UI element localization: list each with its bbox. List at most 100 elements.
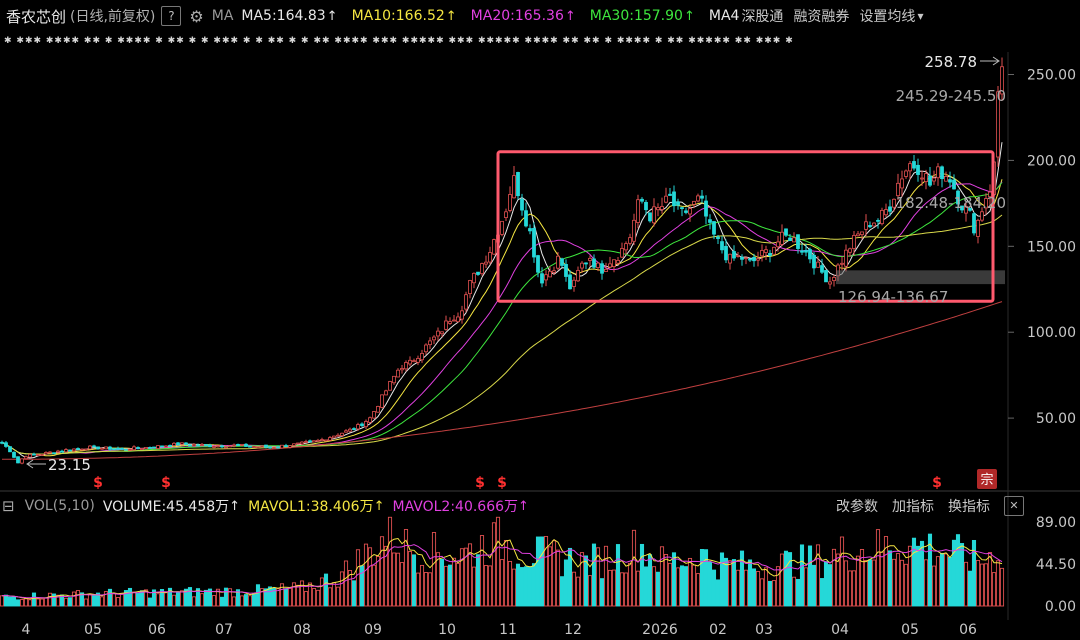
candle-body	[376, 406, 380, 413]
candle-body	[508, 194, 512, 211]
volume-bar	[515, 563, 521, 607]
help-icon[interactable]: ?	[161, 6, 182, 26]
candle-body	[68, 449, 72, 452]
candle-body	[700, 195, 704, 199]
volume-bar	[47, 592, 53, 607]
volume-bar	[223, 587, 229, 607]
candle-body	[772, 246, 776, 255]
volume-bar	[991, 572, 997, 607]
candle-body	[712, 221, 716, 235]
change-params-button[interactable]: 改参数	[836, 496, 878, 516]
volume-bar	[655, 571, 661, 607]
candle-body	[92, 445, 96, 448]
ma-value-2[interactable]: MA20:165.36↑	[471, 8, 576, 24]
volume-bar	[243, 594, 249, 607]
toolbar-item-2[interactable]: 设置均线	[859, 9, 915, 25]
candle-body	[264, 444, 268, 448]
candle-body	[48, 451, 52, 454]
candle-body	[644, 201, 648, 211]
volume-bar	[191, 596, 197, 607]
candle-body	[808, 249, 812, 260]
volume-bar	[699, 549, 705, 607]
candle-body	[500, 220, 504, 235]
volume-bar	[771, 580, 777, 607]
candle-body	[852, 235, 856, 249]
ma-value-4[interactable]: MA4	[709, 8, 740, 24]
candle-body	[900, 178, 904, 189]
toolbar-item-1[interactable]: 融资融券	[793, 9, 849, 25]
candle-body	[540, 273, 544, 284]
volume-bar	[415, 572, 421, 607]
star-markers[interactable]: ✱ ✱✱✱ ✱✱✱✱ ✱✱ ✱ ✱✱✱✱ ✱ ✱✱ ✱ ✱ ✱✱✱ ✱ ✱ ✱✱…	[4, 36, 794, 46]
volume-bar	[719, 552, 725, 607]
badge-label: 宗	[980, 472, 993, 488]
ma-line-ma60	[1, 214, 1003, 455]
candle-body	[140, 448, 144, 450]
candle-body	[420, 353, 424, 361]
switch-indicator-button[interactable]: 换指标	[948, 496, 990, 516]
candle-body	[380, 394, 384, 408]
candle-body	[136, 447, 140, 449]
collapse-icon[interactable]: ⊟	[2, 497, 15, 515]
date-tick-label: 06	[148, 622, 166, 638]
ma-value-3[interactable]: MA30:157.90↑	[590, 8, 695, 24]
volume-bar	[899, 559, 905, 607]
candle-body	[164, 445, 168, 448]
candle-body	[28, 454, 32, 458]
period-info[interactable]: (日线,前复权)	[70, 6, 155, 26]
volume-bar	[275, 588, 281, 607]
volume-bar	[247, 595, 253, 607]
ma-value-0[interactable]: MA5:164.83↑	[241, 8, 337, 24]
candle-body	[444, 320, 448, 330]
vol-indicator-label[interactable]: VOL(5,10)	[25, 498, 95, 514]
volume-bar	[775, 566, 781, 607]
ma-value-1[interactable]: MA10:166.52↑	[352, 8, 457, 24]
gear-icon[interactable]: ⚙	[189, 7, 203, 26]
event-star-strip[interactable]: ✱ ✱✱✱ ✱✱✱✱ ✱✱ ✱ ✱✱✱✱ ✱ ✱✱ ✱ ✱ ✱✱✱ ✱ ✱ ✱✱…	[0, 31, 1000, 51]
candle-body	[536, 255, 540, 273]
volume-bar	[519, 567, 525, 607]
candle-body	[480, 263, 484, 275]
volume-bar	[35, 598, 41, 607]
volume-bar	[799, 544, 805, 607]
volume-bar	[3, 594, 9, 607]
dropdown-icon[interactable]: ▾	[917, 9, 923, 23]
candle-body	[948, 179, 952, 183]
candle-body	[228, 445, 232, 448]
volume-bar	[639, 543, 645, 607]
volume-bar	[231, 596, 237, 607]
ma-label[interactable]: MA	[212, 8, 234, 24]
candle-body	[624, 243, 628, 251]
candle-body	[888, 206, 892, 212]
candle-body	[484, 261, 488, 265]
volume-bar	[635, 570, 641, 607]
stock-chart[interactable]: 50.00100.00150.00200.00250.000.0044.5089…	[0, 0, 1080, 640]
up-arrow-icon: ↑	[229, 498, 241, 514]
candle-body	[612, 259, 616, 267]
stock-name[interactable]: 香农芯创	[6, 6, 66, 27]
candle-body	[100, 447, 104, 450]
toolbar-item-0[interactable]: 深股通	[741, 9, 783, 25]
volume-bar	[507, 561, 513, 607]
volume-bar	[419, 564, 425, 607]
candle-body	[724, 245, 728, 261]
candle-body	[24, 456, 28, 460]
candle-body	[576, 270, 580, 282]
volume-bar	[999, 567, 1005, 607]
candle-body	[360, 423, 364, 426]
candle-body	[776, 241, 780, 248]
candle-body	[424, 344, 428, 353]
zone-upper-label: 245.29-245.50	[896, 87, 1006, 105]
volume-bar	[887, 550, 893, 607]
add-indicator-button[interactable]: 加指标	[892, 496, 934, 516]
volume-bar	[475, 554, 481, 607]
candle-body	[832, 277, 836, 281]
candle-body	[840, 262, 844, 265]
volume-bar	[559, 576, 565, 607]
candle-body	[64, 449, 68, 453]
volume-bar	[287, 587, 293, 607]
price-tick-label: 200.00	[1027, 153, 1076, 169]
price-tick-label: 50.00	[1036, 411, 1076, 427]
close-icon[interactable]: ✕	[1004, 496, 1024, 516]
candle-body	[216, 445, 220, 448]
